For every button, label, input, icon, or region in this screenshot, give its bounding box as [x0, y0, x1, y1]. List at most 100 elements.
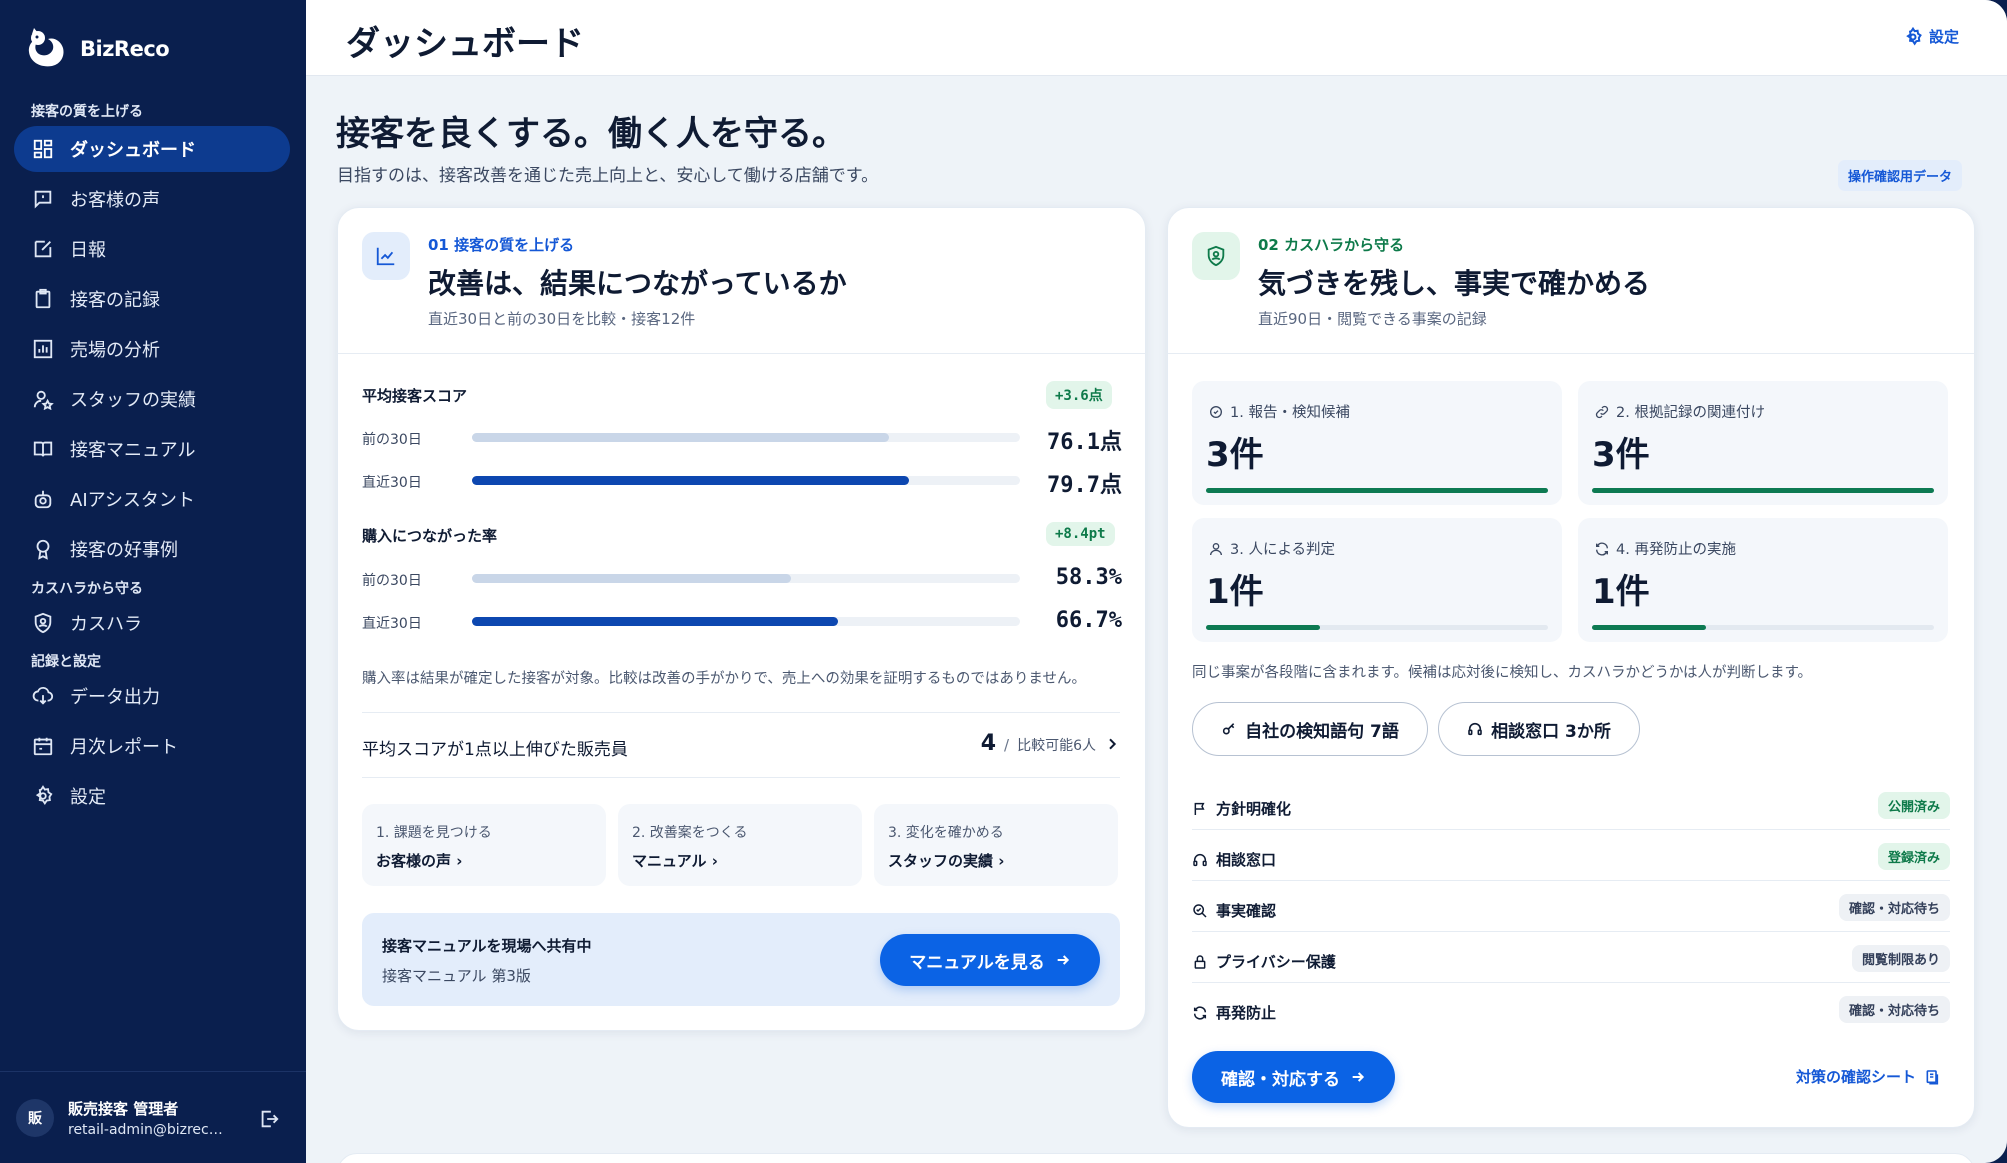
nav-item-label: 売場の分析 — [70, 340, 160, 361]
confirm-respond-button[interactable]: 確認・対応する — [1192, 1051, 1395, 1103]
check-label: 事実確認 — [1216, 902, 1277, 920]
purchase-current-value: 66.7% — [1055, 608, 1122, 633]
top-bar: ダッシュボード 設定 — [306, 0, 2007, 76]
metric-delta-purchase: +8.4pt — [1046, 522, 1115, 546]
bar-chart-icon — [33, 339, 53, 359]
manual-share-title: 接客マニュアルを現場へ共有中 — [382, 937, 592, 955]
brand-logo[interactable]: BizReco — [22, 26, 170, 72]
quality-title: 改善は、結果につながっているか — [428, 267, 847, 300]
nav-item-label: データ出力 — [70, 687, 160, 708]
nav-item-label: カスハラ — [70, 614, 142, 635]
step-find-issue[interactable]: 1. 課題を見つける お客様の声 › — [362, 804, 606, 886]
alert-icon — [1210, 405, 1222, 418]
stat-track — [1206, 625, 1548, 630]
nav-item-label: AIアシスタント — [70, 490, 195, 511]
harassment-kicker: 02 カスハラから守る — [1258, 236, 1405, 254]
purchase-prev-fill — [472, 574, 792, 583]
nav-item-voice[interactable]: お客様の声 — [14, 176, 290, 222]
link-icon — [1595, 405, 1609, 418]
nav-item-dashboard[interactable]: ダッシュボード — [14, 126, 290, 172]
stat-value: 1件 — [1206, 572, 1264, 612]
nav-item-daily-report[interactable]: 日報 — [14, 226, 290, 272]
stat-track — [1592, 488, 1934, 493]
check-label: プライバシー保護 — [1216, 953, 1336, 971]
divider — [362, 777, 1120, 778]
line-chart-icon — [362, 232, 410, 280]
nav-section-records: 記録と設定 — [31, 654, 101, 670]
manual-share-subtitle: 接客マニュアル 第3版 — [382, 967, 531, 985]
purchase-current-bar — [472, 617, 1020, 626]
nav-item-staff-performance[interactable]: スタッフの実績 — [14, 376, 290, 422]
quality-kicker: 01 接客の質を上げる — [428, 236, 575, 254]
step-link[interactable]: お客様の声 › — [376, 850, 462, 871]
nav-item-monthly-report[interactable]: 月次レポート — [14, 723, 290, 769]
refresh-icon — [1193, 1006, 1207, 1019]
stat-label: 3. 人による判定 — [1230, 542, 1336, 558]
page-title: ダッシュボード — [346, 24, 584, 64]
arrow-right-icon — [1352, 1072, 1365, 1082]
step-link[interactable]: マニュアル › — [632, 850, 718, 871]
nav-item-settings[interactable]: 設定 — [14, 773, 290, 819]
check-label: 再発防止 — [1216, 1004, 1277, 1022]
settings-link[interactable]: 設定 — [1903, 26, 1959, 47]
stat-fill — [1206, 625, 1320, 630]
logout-icon[interactable] — [258, 1108, 280, 1130]
score-current-bar — [472, 476, 1020, 485]
purchase-prev-value: 58.3% — [1055, 565, 1122, 590]
score-prev-fill — [472, 433, 890, 442]
step-link[interactable]: スタッフの実績 › — [888, 850, 1004, 871]
improved-staff-count: 4 — [980, 731, 997, 756]
detection-words-button[interactable]: 自社の検知語句 7語 — [1192, 702, 1428, 756]
check-row-policy: 方針明確化 公開済み — [1192, 780, 1950, 830]
document-icon — [1926, 1069, 1939, 1084]
cloud-download-icon — [32, 686, 54, 705]
consult-desk-button[interactable]: 相談窓口 3か所 — [1438, 702, 1640, 756]
improved-staff-row[interactable]: 平均スコアが1点以上伸びた販売員 4 / 比較可能6人 — [362, 713, 1120, 777]
improved-staff-label: 平均スコアが1点以上伸びた販売員 — [362, 740, 628, 760]
nav-item-ai-assistant[interactable]: AIアシスタント — [14, 476, 290, 522]
nav-item-harassment[interactable]: カスハラ — [14, 600, 290, 646]
consult-desk-label: 相談窓口 3か所 — [1491, 721, 1611, 742]
key-icon — [1222, 723, 1235, 735]
countermeasure-sheet-label: 対策の確認シート — [1796, 1068, 1917, 1086]
countermeasure-sheet-link[interactable]: 対策の確認シート — [1796, 1066, 1940, 1087]
nav-item-best-practices[interactable]: 接客の好事例 — [14, 526, 290, 572]
squirrel-logo-icon — [28, 28, 64, 67]
award-icon — [36, 539, 50, 560]
book-icon — [33, 441, 53, 457]
view-manual-label: マニュアルを見る — [909, 952, 1045, 973]
metric-label-score: 平均接客スコア — [362, 387, 468, 405]
nav-item-floor-analysis[interactable]: 売場の分析 — [14, 326, 290, 372]
demo-data-badge: 操作確認用データ — [1838, 160, 1963, 191]
stat-track — [1592, 625, 1934, 630]
stat-linked-evidence[interactable]: 2. 根拠記録の関連付け 3件 — [1578, 381, 1948, 505]
score-current-value: 79.7点 — [1047, 473, 1122, 498]
harassment-title: 気づきを残し、事実で確かめる — [1258, 267, 1651, 300]
shield-user-icon — [1192, 232, 1240, 280]
status-badge: 確認・対応待ち — [1838, 894, 1950, 921]
nav-item-label: 日報 — [70, 240, 106, 261]
nav-item-label: 設定 — [70, 787, 106, 808]
comparable-staff: 比較可能6人 — [1017, 738, 1096, 754]
nav-item-data-export[interactable]: データ出力 — [14, 673, 290, 719]
step-make-plan[interactable]: 2. 改善案をつくる マニュアル › — [618, 804, 862, 886]
view-manual-button[interactable]: マニュアルを見る — [880, 934, 1100, 986]
stat-value: 3件 — [1592, 435, 1650, 475]
user-profile: 販 販売接客 管理者 retail-admin@bizrec… — [0, 1071, 306, 1163]
nav-item-manual[interactable]: 接客マニュアル — [14, 426, 290, 472]
user-star-icon — [33, 390, 54, 410]
purchase-current-fill — [472, 617, 838, 626]
sidebar: BizReco 接客の質を上げる ダッシュボード お客様の声 日報 接客の記録 … — [0, 0, 306, 1163]
step-label: 3. 変化を確かめる — [888, 825, 1004, 841]
nav-item-service-records[interactable]: 接客の記録 — [14, 276, 290, 322]
step-verify-change[interactable]: 3. 変化を確かめる スタッフの実績 › — [874, 804, 1118, 886]
stat-fill — [1206, 488, 1548, 493]
nav-item-label: スタッフの実績 — [70, 390, 196, 411]
stat-prevention[interactable]: 4. 再発防止の実施 1件 — [1578, 518, 1948, 642]
purchase-note: 購入率は結果が確定した接客が対象。比較は改善の手がかりで、売上への効果を証明する… — [362, 671, 1086, 687]
metric-row-label: 前の30日 — [362, 432, 422, 448]
metric-label-purchase: 購入につながった率 — [362, 527, 498, 545]
stat-human-judgement[interactable]: 3. 人による判定 1件 — [1192, 518, 1562, 642]
stat-reported[interactable]: 1. 報告・検知候補 3件 — [1192, 381, 1562, 505]
score-prev-value: 76.1点 — [1047, 430, 1122, 455]
